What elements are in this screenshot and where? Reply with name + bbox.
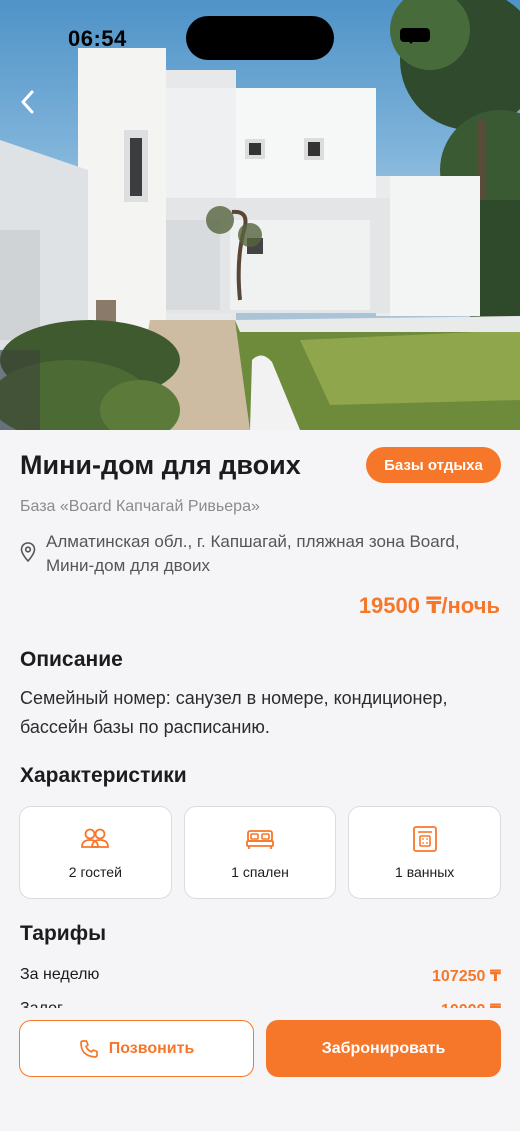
book-button[interactable]: Забронировать — [266, 1020, 501, 1077]
call-button-label: Позвонить — [108, 1039, 195, 1057]
tariffs-heading: Тарифы — [20, 922, 107, 945]
bottom-action-bar: Позвонить Забронировать — [0, 1020, 520, 1131]
characteristics-list: 2 гостей 1 спален 1 ванных — [19, 806, 502, 899]
description-heading: Описание — [20, 648, 123, 671]
guests-icon — [81, 828, 110, 848]
base-name: База «Board Капчагай Ривьера» — [20, 498, 260, 515]
feature-label: 2 гостей — [68, 863, 122, 880]
status-time: 06:54 — [68, 26, 127, 51]
feature-label: 1 спален — [231, 863, 289, 880]
category-badge[interactable]: Базы отдыха — [366, 447, 501, 483]
description-text: Семейный номер: санузел в номере, кондиц… — [20, 688, 448, 737]
tariff-value: 107250 ₸ — [432, 968, 501, 985]
listing-title: Мини-дом для двоих — [20, 450, 301, 480]
tariff-row: За неделю 107250 ₸ — [20, 966, 501, 986]
battery-icon — [400, 28, 430, 42]
feature-label: 1 ванных — [395, 863, 455, 880]
feature-card-bedrooms: 1 спален — [183, 806, 337, 899]
address-row: Алматинская обл., г. Капшагай, пляжная з… — [20, 530, 490, 578]
phone-icon — [79, 1039, 98, 1058]
status-icons — [400, 28, 430, 44]
characteristics-heading: Характеристики — [20, 764, 187, 787]
back-button[interactable] — [20, 90, 50, 124]
price-per-night: 19500 ₸/ночь — [358, 593, 500, 618]
location-pin-icon — [20, 542, 36, 562]
bed-icon — [246, 829, 274, 849]
tariff-label: За неделю — [20, 966, 100, 983]
listing-details: Мини-дом для двоих Базы отдыха База «Boa… — [0, 430, 520, 1131]
address-text: Алматинская обл., г. Капшагай, пляжная з… — [46, 532, 460, 575]
feature-card-bathrooms: 1 ванных — [348, 806, 502, 899]
feature-card-guests: 2 гостей — [19, 806, 172, 899]
dynamic-island — [186, 16, 334, 60]
call-button[interactable]: Позвонить — [19, 1020, 254, 1077]
chevron-left-icon — [21, 90, 34, 114]
status-bar: 06:54 — [0, 0, 520, 76]
hero-photo: 06:54 — [0, 0, 520, 430]
scroll-fade — [0, 1008, 520, 1020]
bathroom-icon — [412, 825, 437, 852]
